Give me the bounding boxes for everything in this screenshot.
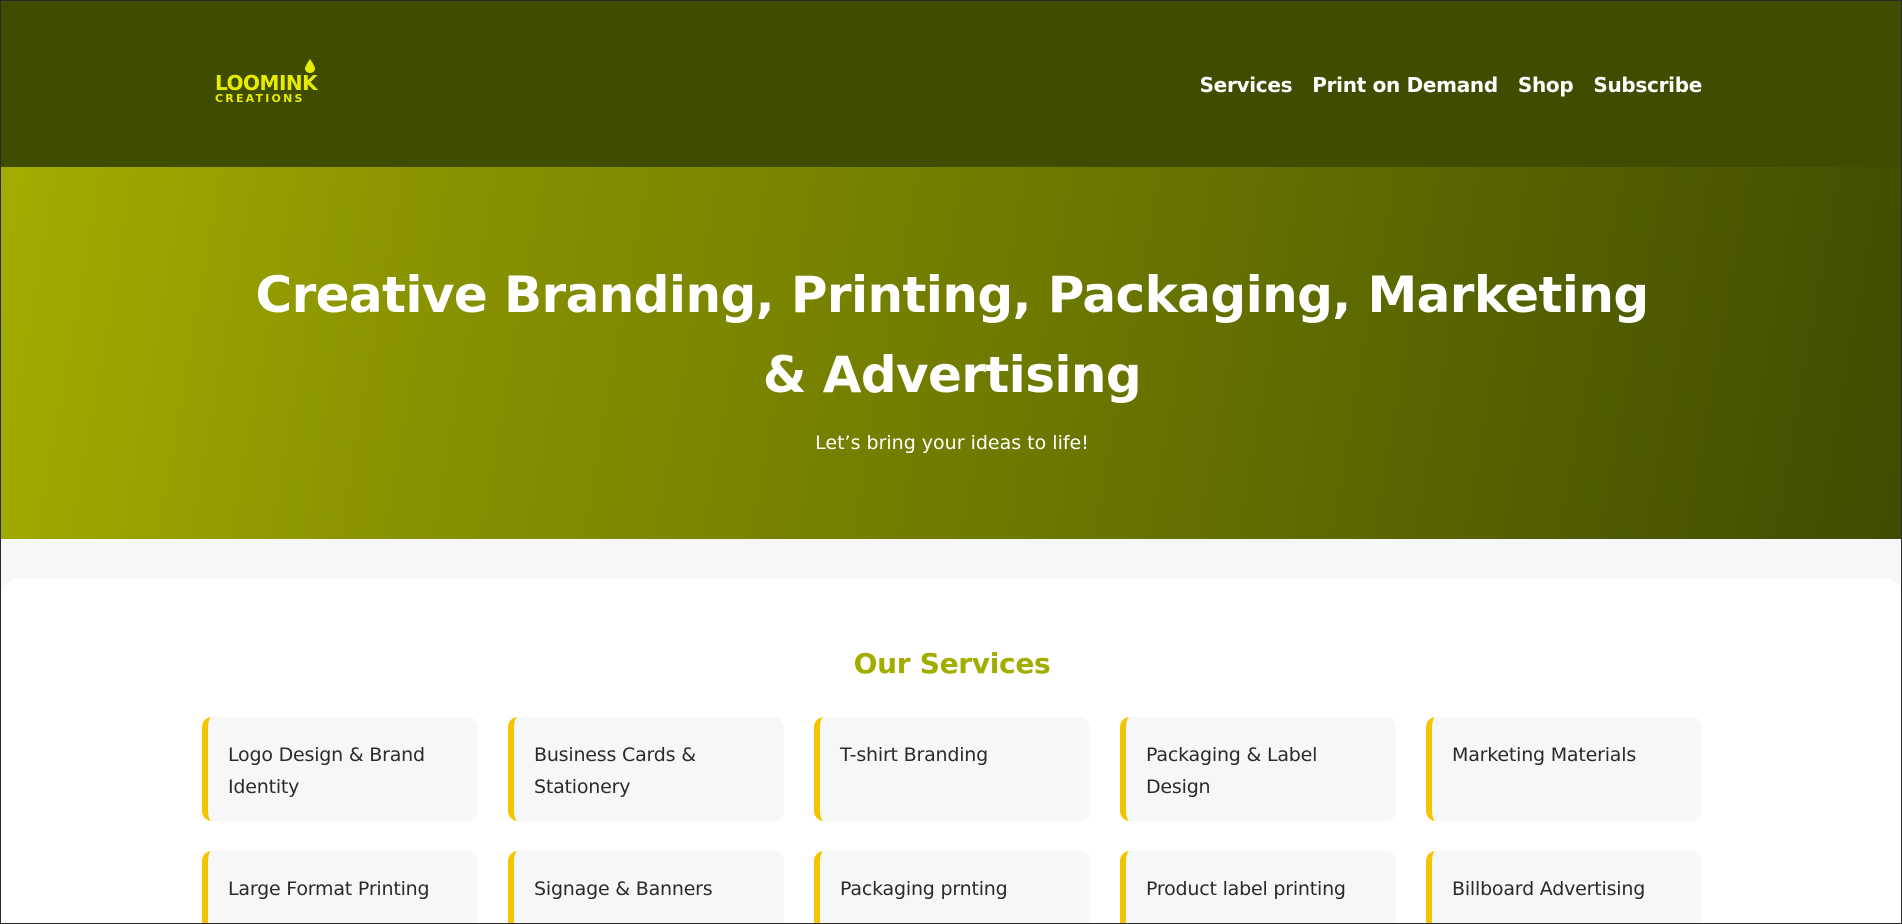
logo-tagline: CREATIONS bbox=[215, 92, 305, 105]
service-card-label: Product label printing bbox=[1146, 878, 1346, 900]
services-grid: Logo Design & Brand Identity Business Ca… bbox=[202, 717, 1702, 923]
nav-subscribe[interactable]: Subscribe bbox=[1593, 73, 1702, 97]
service-card-label: Large Format Printing bbox=[228, 878, 430, 900]
hero-subtitle: Let’s bring your ideas to life! bbox=[815, 432, 1089, 454]
logo-wordmark: LOOMINK bbox=[215, 71, 318, 95]
service-card-label: Business Cards & Stationery bbox=[534, 744, 696, 798]
nav-shop[interactable]: Shop bbox=[1518, 73, 1574, 97]
service-card[interactable]: Product label printing bbox=[1120, 851, 1396, 923]
site-header: LOOMINK CREATIONS Services Print on Dema… bbox=[1, 1, 1901, 167]
service-card-label: Logo Design & Brand Identity bbox=[228, 744, 425, 798]
service-card[interactable]: Billboard Advertising bbox=[1426, 851, 1702, 923]
hero-title: Creative Branding, Printing, Packaging, … bbox=[255, 266, 1649, 404]
service-card-label: Billboard Advertising bbox=[1452, 878, 1646, 900]
nav-services[interactable]: Services bbox=[1200, 73, 1293, 97]
services-title: Our Services bbox=[853, 647, 1051, 680]
nav-print-on-demand[interactable]: Print on Demand bbox=[1312, 73, 1498, 97]
logo[interactable]: LOOMINK CREATIONS bbox=[213, 59, 323, 107]
service-card[interactable]: Signage & Banners bbox=[508, 851, 784, 923]
service-card[interactable]: T-shirt Branding bbox=[814, 717, 1090, 821]
service-card[interactable]: Large Format Printing bbox=[202, 851, 478, 923]
service-card[interactable]: Logo Design & Brand Identity bbox=[202, 717, 478, 821]
service-card[interactable]: Packaging & Label Design bbox=[1120, 717, 1396, 821]
service-card[interactable]: Marketing Materials bbox=[1426, 717, 1702, 821]
service-card-label: Marketing Materials bbox=[1452, 744, 1637, 766]
service-card-label: T-shirt Branding bbox=[840, 744, 989, 766]
service-card-label: Packaging & Label Design bbox=[1146, 744, 1318, 798]
service-card-label: Packaging prnting bbox=[840, 878, 1008, 900]
service-card[interactable]: Packaging prnting bbox=[814, 851, 1090, 923]
service-card[interactable]: Business Cards & Stationery bbox=[508, 717, 784, 821]
services-section: Our Services Logo Design & Brand Identit… bbox=[1, 579, 1901, 923]
page: LOOMINK CREATIONS Services Print on Dema… bbox=[0, 0, 1902, 924]
service-card-label: Signage & Banners bbox=[534, 878, 713, 900]
hero-section: Creative Branding, Printing, Packaging, … bbox=[1, 167, 1901, 539]
main-nav: Services Print on Demand Shop Subscribe bbox=[1200, 73, 1703, 97]
